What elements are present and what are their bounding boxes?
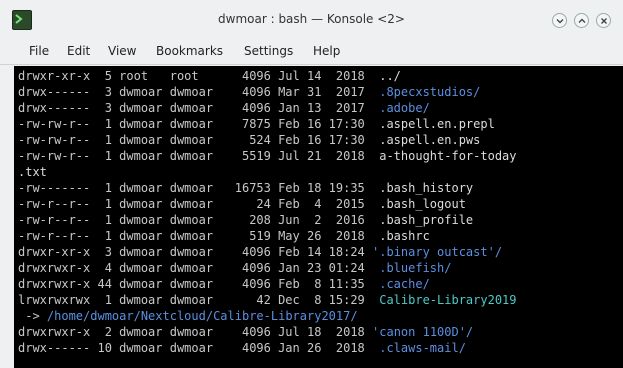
listing-attributes: drwx------ 3 dwmoar dwmoar 4096 Mar 31 2…	[18, 85, 380, 99]
listing-attributes: -rw-rw-r-- 1 dwmoar dwmoar 5519 Jul 21 2…	[18, 149, 380, 163]
terminal-line: -rw-rw-r-- 1 dwmoar dwmoar 524 Feb 16 17…	[18, 132, 480, 148]
listing-attributes: drwx------ 10 dwmoar dwmoar 4096 Jan 26 …	[18, 341, 380, 355]
terminal-line: drwxrwxr-x 44 dwmoar dwmoar 4096 Feb 8 1…	[18, 276, 430, 292]
listing-attributes: drwxrwxr-x 4 dwmoar dwmoar 4096 Jan 23 0…	[18, 261, 380, 275]
listing-filename: .bash_logout	[379, 197, 466, 211]
listing-attributes: -rw-rw-r-- 1 dwmoar dwmoar 7875 Feb 16 1…	[18, 117, 380, 131]
listing-attributes: drwxr-xr-x 5 root root 4096 Jul 14 2018	[18, 69, 380, 83]
terminal-line: drwxrwxr-x 2 dwmoar dwmoar 4096 Jul 18 2…	[18, 324, 473, 340]
terminal-line: .txt	[18, 164, 47, 180]
listing-filename: a-thought-for-today	[379, 149, 517, 163]
listing-attributes: -rw-rw-r-- 1 dwmoar dwmoar 524 Feb 16 17…	[18, 133, 380, 147]
listing-filename: 'canon 1100D'/	[372, 325, 474, 339]
terminal-line: drwx------ 3 dwmoar dwmoar 4096 Jan 13 2…	[18, 100, 430, 116]
minimize-button[interactable]	[552, 13, 567, 28]
listing-filename: .8pecxstudios/	[379, 85, 481, 99]
listing-filename: .txt	[18, 165, 47, 179]
terminal-line: -rw-r--r-- 1 dwmoar dwmoar 519 May 26 20…	[18, 228, 430, 244]
menu-file[interactable]: File	[29, 44, 49, 58]
listing-filename: .aspell.en.prepl	[379, 117, 495, 131]
menu-bookmarks[interactable]: Bookmarks	[156, 44, 223, 58]
terminal-line: drwxr-xr-x 5 root root 4096 Jul 14 2018 …	[18, 68, 401, 84]
konsole-window: dwmoar : bash — Konsole <2> File Edit Vi…	[0, 0, 623, 368]
terminal-line: -rw------- 1 dwmoar dwmoar 16753 Feb 18 …	[18, 180, 473, 196]
listing-filename: ../	[379, 69, 401, 83]
listing-attributes: -rw------- 1 dwmoar dwmoar 16753 Feb 18 …	[18, 181, 380, 195]
terminal-line: lrwxrwxrwx 1 dwmoar dwmoar 42 Dec 8 15:2…	[18, 292, 517, 308]
listing-attributes: -rw-r--r-- 1 dwmoar dwmoar 208 Jun 2 201…	[18, 213, 380, 227]
close-button[interactable]	[596, 13, 611, 28]
terminal-line: drwxrwxr-x 4 dwmoar dwmoar 4096 Jan 23 0…	[18, 260, 451, 276]
terminal-line: -rw-r--r-- 1 dwmoar dwmoar 24 Feb 4 2015…	[18, 196, 466, 212]
listing-attributes: drwxrwxr-x 44 dwmoar dwmoar 4096 Feb 8 1…	[18, 277, 380, 291]
title-bar[interactable]: dwmoar : bash — Konsole <2>	[0, 0, 623, 40]
terminal-line: -rw-rw-r-- 1 dwmoar dwmoar 5519 Jul 21 2…	[18, 148, 517, 164]
terminal-line: -rw-r--r-- 1 dwmoar dwmoar 208 Jun 2 201…	[18, 212, 473, 228]
listing-attributes: ->	[18, 309, 47, 323]
listing-filename: '.binary outcast'/	[372, 245, 503, 259]
close-icon	[601, 18, 607, 24]
listing-attributes: drwxr-xr-x 3 dwmoar dwmoar 4096 Feb 14 1…	[18, 245, 373, 259]
terminal-output[interactable]: drwxr-xr-x 5 root root 4096 Jul 14 2018 …	[14, 66, 623, 368]
menu-view[interactable]: View	[108, 44, 136, 58]
listing-attributes: drwxrwxr-x 2 dwmoar dwmoar 4096 Jul 18 2…	[18, 325, 373, 339]
chevron-up-icon	[578, 18, 586, 23]
listing-filename: .bluefish/	[379, 261, 452, 275]
terminal-line: -rw-rw-r-- 1 dwmoar dwmoar 7875 Feb 16 1…	[18, 116, 495, 132]
listing-attributes: drwx------ 3 dwmoar dwmoar 4096 Jan 13 2…	[18, 101, 380, 115]
menu-edit[interactable]: Edit	[67, 44, 90, 58]
terminal-line: drwx------ 3 dwmoar dwmoar 4096 Mar 31 2…	[18, 84, 480, 100]
menu-help[interactable]: Help	[313, 44, 340, 58]
listing-filename: .claws-mail/	[379, 341, 466, 355]
maximize-button[interactable]	[574, 13, 589, 28]
listing-attributes: lrwxrwxrwx 1 dwmoar dwmoar 42 Dec 8 15:2…	[18, 293, 380, 307]
listing-filename: .cache/	[379, 277, 430, 291]
listing-filename: .aspell.en.pws	[379, 133, 481, 147]
window-title: dwmoar : bash — Konsole <2>	[218, 12, 405, 26]
menu-bar: File Edit View Bookmarks Settings Help	[0, 40, 623, 65]
listing-attributes: -rw-r--r-- 1 dwmoar dwmoar 519 May 26 20…	[18, 229, 380, 243]
listing-filename: /home/dwmoar/Nextcloud/Calibre-Library20…	[46, 309, 358, 323]
terminal-line: drwxr-xr-x 3 dwmoar dwmoar 4096 Feb 14 1…	[18, 244, 502, 260]
listing-filename: .bash_profile	[379, 213, 474, 227]
listing-filename: .bash_history	[379, 181, 474, 195]
chevron-down-icon	[556, 19, 564, 24]
listing-attributes: -rw-r--r-- 1 dwmoar dwmoar 24 Feb 4 2015	[18, 197, 380, 211]
listing-filename: .adobe/	[379, 101, 430, 115]
listing-filename: Calibre-Library2019	[379, 293, 517, 307]
listing-filename: .bashrc	[379, 229, 430, 243]
terminal-line: -> /home/dwmoar/Nextcloud/Calibre-Librar…	[18, 308, 358, 324]
menu-settings[interactable]: Settings	[244, 44, 293, 58]
terminal-line: drwx------ 10 dwmoar dwmoar 4096 Jan 26 …	[18, 340, 466, 356]
